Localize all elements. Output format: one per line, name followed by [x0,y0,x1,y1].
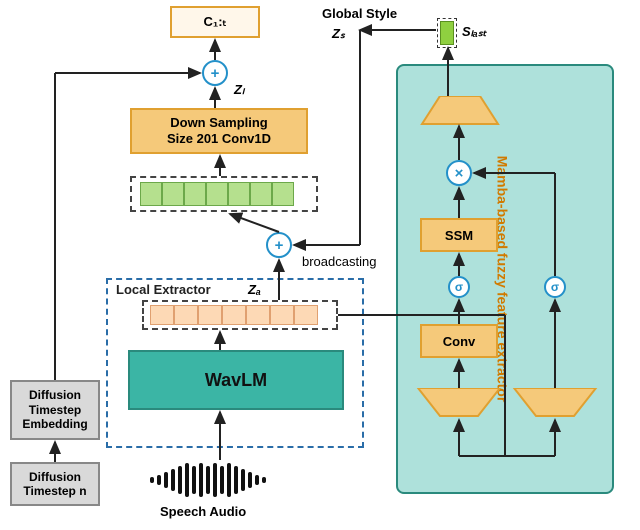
za-seq [150,305,318,325]
local-extractor-title: Local Extractor [116,282,211,297]
mamba-panel: Mamba-based fuzzy feature extractor [396,64,614,494]
waveform-icon [150,462,266,498]
output-c1t-label: C₁:ₜ [204,14,227,30]
wavlm-label: WavLM [205,370,267,391]
ssm-block: SSM [420,218,498,252]
diffusion-embed-block: Diffusion Timestep Embedding [10,380,100,440]
conv-label: Conv [443,334,476,349]
diffusion-n-block: Diffusion Timestep n [10,462,100,506]
plus-icon: + [211,65,220,82]
downsample-block: Down Sampling Size 201 Conv1D [130,108,308,154]
ssm-label: SSM [445,228,473,243]
slast-label: Sₗₐₛₜ [462,24,487,40]
times-icon: × [455,165,464,182]
broadcasting-label: broadcasting [302,254,376,269]
speech-audio-label: Speech Audio [160,504,246,519]
downsample-label: Down Sampling Size 201 Conv1D [167,115,271,146]
proj-in-right-trapezoid [512,388,598,418]
proj-in-left-trapezoid [416,388,502,418]
sigma-icon-r: σ [551,280,559,294]
sigma-icon-l: σ [455,280,463,294]
conv-block: Conv [420,324,498,358]
mamba-title: Mamba-based fuzzy feature extractor [495,156,511,403]
slast-block [437,18,457,48]
green-seq [140,182,294,206]
wavlm-block: WavLM [128,350,344,410]
zs-label: Zₛ [332,26,345,42]
op-sigma-left: σ [448,276,470,298]
op-sigma-right: σ [544,276,566,298]
zl-label: Zₗ [234,82,244,98]
op-add-top: + [202,60,228,86]
diffusion-n-label: Diffusion Timestep n [23,470,86,499]
op-mul: × [446,160,472,186]
diffusion-embed-label: Diffusion Timestep Embedding [22,388,87,431]
output-c1t: C₁:ₜ [170,6,260,38]
za-label: Zₐ [248,282,261,297]
global-style-label: Global Style [322,6,397,21]
plus-icon-2: + [275,237,284,254]
diagram-stage: Mamba-based fuzzy feature extractor C₁:ₜ… [0,0,640,530]
proj-out-trapezoid [420,96,500,126]
op-add-broadcast: + [266,232,292,258]
